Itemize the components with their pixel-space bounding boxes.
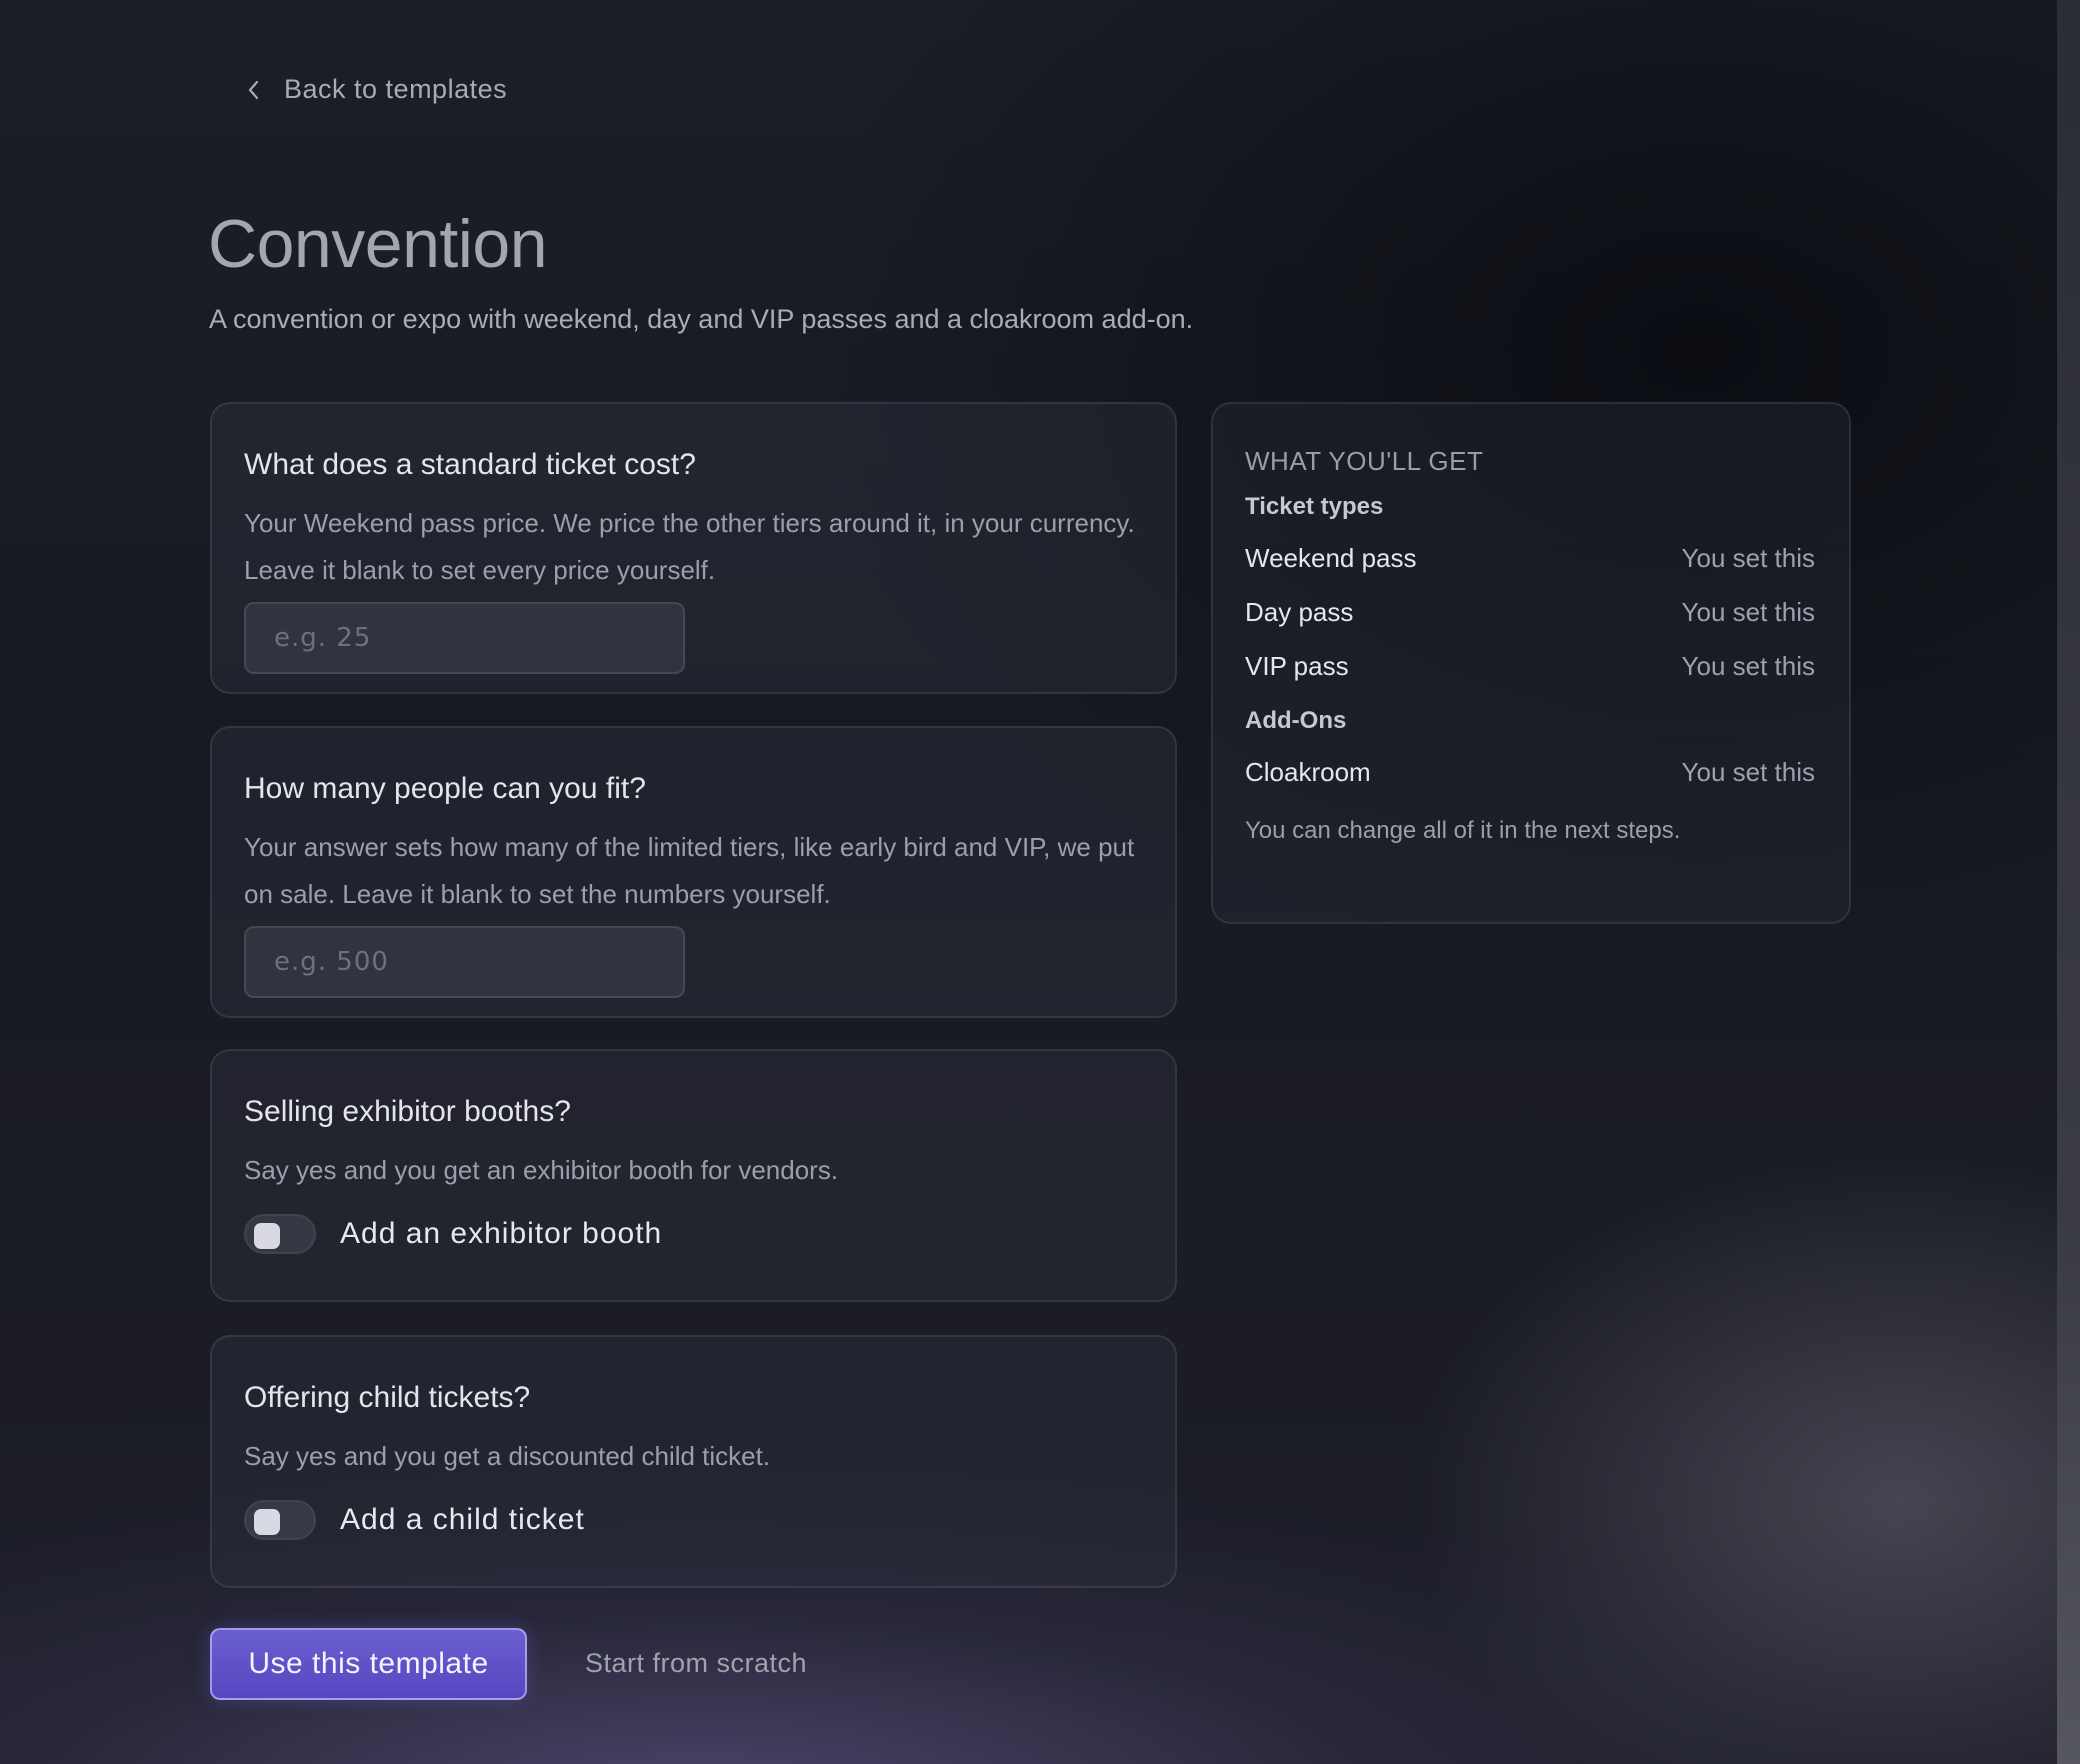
use-template-button[interactable]: Use this template [210,1628,527,1700]
summary-item-value: You set this [1681,596,1815,627]
summary-item-value: You set this [1681,542,1815,573]
capacity-question-title: How many people can you fit? [244,772,646,805]
summary-row: Weekend pass You set this [1245,531,1815,585]
booths-question-description: Say yes and you get an exhibitor booth f… [244,1155,839,1185]
summary-item-name: Cloakroom [1245,756,1371,787]
child-toggle-row: Add a child ticket [244,1500,1143,1540]
child-question-description: Say yes and you get a discounted child t… [244,1441,771,1471]
summary-panel: WHAT YOU'LL GET Ticket types Weekend pas… [1211,402,1851,924]
booths-toggle[interactable] [244,1214,316,1254]
summary-note: You can change all of it in the next ste… [1245,817,1681,844]
child-toggle-label[interactable]: Add a child ticket [340,1503,585,1537]
booths-toggle-label[interactable]: Add an exhibitor booth [340,1217,662,1251]
price-input[interactable] [244,602,685,674]
summary-row: VIP pass You set this [1245,639,1815,693]
toggle-knob [254,1223,280,1249]
page-subtitle: A convention or expo with weekend, day a… [209,304,1194,334]
child-question-card: Offering child tickets? Say yes and you … [210,1335,1177,1588]
summary-item-value: You set this [1681,756,1815,787]
capacity-question-description: Your answer sets how many of the limited… [244,832,1135,909]
capacity-question-card: How many people can you fit? Your answer… [210,726,1177,1018]
addons-label: Add-Ons [1245,707,1347,734]
summary-row: Cloakroom You set this [1245,745,1815,799]
child-toggle[interactable] [244,1500,316,1540]
ticket-types-label: Ticket types [1245,493,1384,520]
summary-row: Day pass You set this [1245,585,1815,639]
summary-item-value: You set this [1681,650,1815,681]
start-from-scratch-link[interactable]: Start from scratch [585,1648,807,1679]
summary-item-name: Weekend pass [1245,542,1417,573]
booths-question-card: Selling exhibitor booths? Say yes and yo… [210,1049,1177,1302]
summary-item-name: Day pass [1245,596,1354,627]
chevron-left-icon [248,80,259,99]
child-question-title: Offering child tickets? [244,1381,531,1414]
price-question-card: What does a standard ticket cost? Your W… [210,402,1177,694]
price-question-description: Your Weekend pass price. We price the ot… [244,508,1135,585]
window-edge [2057,0,2080,1764]
booths-question-title: Selling exhibitor booths? [244,1095,571,1128]
page-title: Convention [208,206,548,282]
back-to-templates-link[interactable]: Back to templates [246,74,507,105]
price-question-title: What does a standard ticket cost? [244,448,696,481]
toggle-knob [254,1509,280,1535]
summary-heading: WHAT YOU'LL GET [1245,446,1484,476]
booths-toggle-row: Add an exhibitor booth [244,1214,1143,1254]
summary-item-name: VIP pass [1245,650,1349,681]
capacity-input[interactable] [244,926,685,998]
back-label: Back to templates [284,74,508,104]
